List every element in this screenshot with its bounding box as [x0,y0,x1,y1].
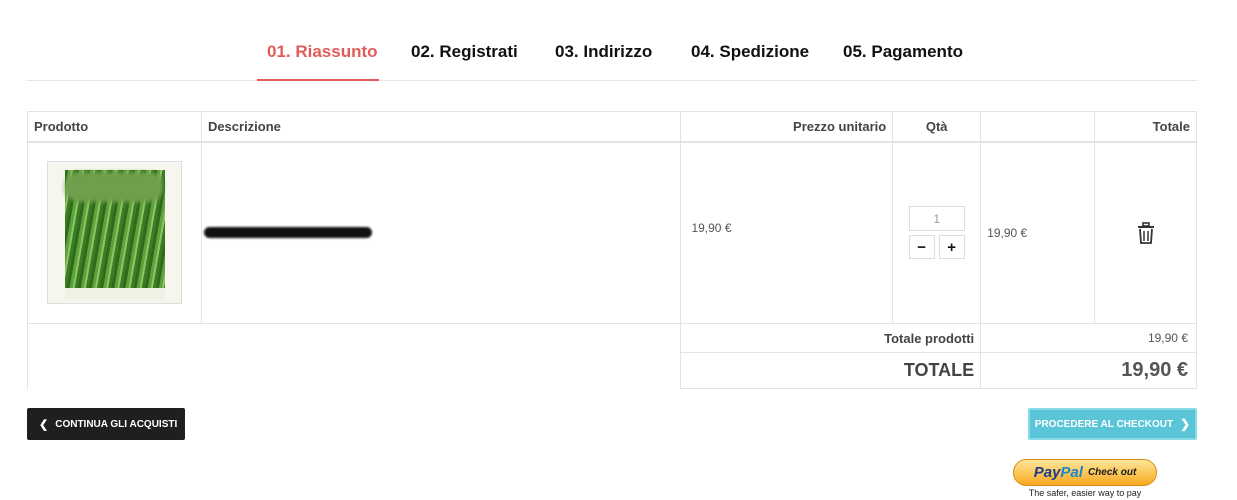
step-pagamento[interactable]: 05. Pagamento [843,42,963,62]
chevron-left-icon: ❮ [39,418,49,431]
total-label: TOTALE [680,352,982,389]
step-riassunto[interactable]: 01. Riassunto [267,42,378,62]
product-cell [27,141,202,324]
header-unit-price: Prezzo unitario [680,111,894,143]
header-qty: Qtà [892,111,982,143]
step-spedizione[interactable]: 04. Spedizione [691,42,809,62]
decrement-button[interactable]: − [908,235,935,260]
cart-table: Prodotto Descrizione Prezzo unitario Qtà… [26,111,1197,389]
total-value: 19,90 € [980,352,1197,389]
delete-cell [1094,141,1197,324]
paypal-logo-pal: Pal [1060,464,1083,481]
trash-icon[interactable] [1136,221,1156,244]
header-blank [980,111,1096,143]
checkout-label: PROCEDERE AL CHECKOUT [1034,418,1174,430]
increment-button[interactable]: + [938,235,965,260]
subtotal-value: 19,90 € [980,323,1197,353]
image-caption [64,288,165,301]
subtotal-label: Totale prodotti [680,323,982,353]
paypal-logo-pay: Pay [1033,464,1061,481]
quantity-stepper: − + [908,206,965,260]
product-image[interactable] [46,161,182,305]
header-description: Descrizione [200,111,682,143]
redacted-description[interactable] [203,227,372,239]
header-total: Totale [1094,111,1197,143]
line-total: 19,90 € [980,141,1096,324]
checkout-steps: 01. Riassunto 02. Registrati 03. Indiriz… [27,30,1197,81]
paypal-tagline: The safer, easier way to pay [1028,488,1142,498]
paypal-checkout-button[interactable]: PayPal Check out The safer, easier way t… [1013,459,1157,498]
quantity-input[interactable] [908,206,965,232]
cart-header-row: Prodotto Descrizione Prezzo unitario Qtà… [27,111,1197,143]
step-registrati[interactable]: 02. Registrati [411,42,518,62]
continue-shopping-button[interactable]: ❮ CONTINUA GLI ACQUISTI [27,408,185,440]
unit-price: 19,90 € [680,141,894,324]
summary-spacer [26,323,682,389]
header-product: Prodotto [27,111,202,143]
step-indirizzo[interactable]: 03. Indirizzo [555,42,652,62]
qty-cell: − + [892,141,982,324]
table-row: 19,90 € − + 19,90 € [27,141,1197,324]
paypal-checkout-text: Check out [1087,467,1137,478]
redacted-title [64,172,163,203]
paypal-logo: PayPal Check out [1013,459,1157,486]
checkout-button[interactable]: PROCEDERE AL CHECKOUT ❯ [1028,408,1197,440]
description-cell [200,141,682,324]
active-step-underline [257,79,379,81]
continue-shopping-label: CONTINUA GLI ACQUISTI [55,418,178,430]
chevron-right-icon: ❯ [1180,417,1191,431]
subtotal-row: Totale prodotti 19,90 € [26,323,1197,389]
